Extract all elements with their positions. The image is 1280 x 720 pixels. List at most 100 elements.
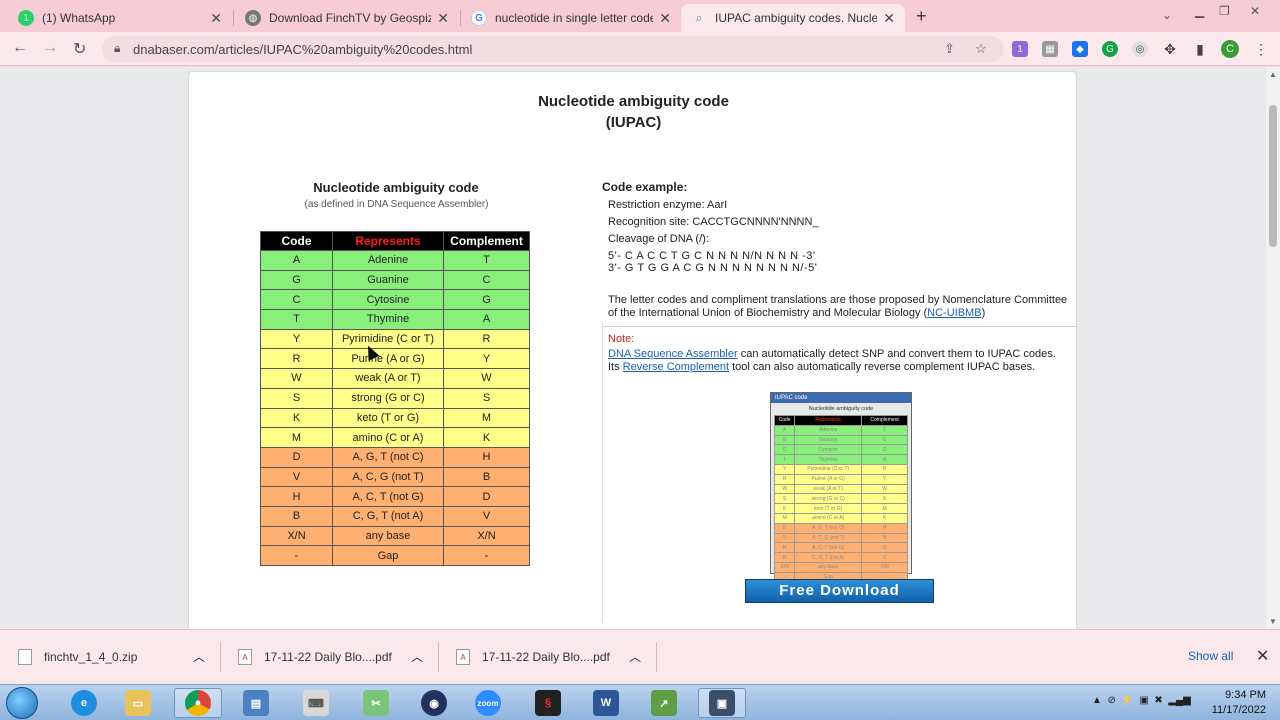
system-clock[interactable]: 9:34 PM 11/17/2022 <box>1196 688 1266 718</box>
divider <box>602 326 1077 327</box>
control-panel-icon[interactable]: ▤ <box>232 688 280 718</box>
note-text-1: can automatically detect SNP and convert… <box>737 348 1056 360</box>
forward-arrow-icon[interactable]: → <box>42 39 58 57</box>
share-icon[interactable]: ⇪ <box>944 41 955 57</box>
download-item-pdf-1[interactable]: A 17-11-22 Daily Blo....pdf <box>238 646 392 668</box>
profile-avatar[interactable]: C <box>1221 40 1239 58</box>
side-panel-icon[interactable]: ▮ <box>1192 41 1208 57</box>
table-row: Kketo (T or G) M <box>260 407 530 429</box>
mini-cell-code: D <box>773 522 796 534</box>
mini-cell-code: M <box>773 512 796 524</box>
zoom-icon[interactable]: zoom <box>464 688 512 718</box>
tab-strip: 1 (1) WhatsApp ✕ ◍ Download FinchTV by G… <box>0 0 1280 32</box>
system-tray[interactable]: ▲ ⊘ ⚡ ▣ ✖ ▂▄▆ <box>1092 695 1191 706</box>
table-cell-code: T <box>260 309 333 330</box>
extension-circle-icon[interactable]: ◎ <box>1132 41 1148 57</box>
chart-app-icon[interactable]: ↗ <box>640 688 688 718</box>
screenshot-title: Nucleotide ambiguity code <box>808 406 874 412</box>
table-cell-complement: B <box>443 466 530 488</box>
table-row: Sstrong (G or C) S <box>260 387 530 409</box>
tab-label: (1) WhatsApp <box>42 11 116 25</box>
letter-codes-paragraph: The letter codes and compliment translat… <box>608 294 1072 320</box>
download-item-zip[interactable]: finchtv_1_4_0.zip <box>18 646 137 668</box>
url-text[interactable]: dnabaser.com/articles/IUPAC%20ambiguity%… <box>133 42 472 57</box>
table-cell-represents: Thymine <box>332 309 444 330</box>
keyboard-icon[interactable]: ⌨ <box>292 688 340 718</box>
page-viewport: Nucleotide ambiguity code (IUPAC) Nucleo… <box>0 67 1266 629</box>
column-header-code: Code <box>260 231 333 251</box>
mini-row: H A, C, T (not G) D <box>773 542 908 554</box>
chevron-up-icon[interactable]: ︿ <box>193 648 205 665</box>
mini-header-cell: Represents <box>794 415 863 426</box>
tab-google-search[interactable]: G nucleotide in single letter code - ✕ <box>461 4 681 32</box>
tab-whatsapp[interactable]: 1 (1) WhatsApp ✕ <box>8 4 232 32</box>
free-download-button[interactable]: Free Download <box>745 579 934 603</box>
lock-icon[interactable]: 🔒︎ <box>114 41 120 56</box>
extensions-puzzle-icon[interactable]: ✥ <box>1162 41 1178 57</box>
close-icon[interactable]: ✕ <box>437 10 449 27</box>
extension-puzzle-gray-icon[interactable]: ▦ <box>1042 41 1058 57</box>
address-bar[interactable]: 🔒︎ dnabaser.com/articles/IUPAC%20ambigui… <box>102 36 1004 62</box>
app-screenshot-image[interactable]: IUPAC code Nucleotide ambiguity code Cod… <box>770 392 912 583</box>
file-icon <box>18 649 32 665</box>
content-panel: Nucleotide ambiguity code (IUPAC) Nucleo… <box>188 71 1077 629</box>
scroll-down-icon[interactable]: ▼ <box>1269 617 1277 626</box>
chevron-up-icon[interactable]: ︿ <box>629 648 641 665</box>
new-tab-button[interactable]: + <box>916 6 927 27</box>
tab-finchtv[interactable]: ◍ Download FinchTV by Geospiza ✕ <box>235 4 459 32</box>
restore-icon[interactable]: ❐ <box>1219 4 1230 18</box>
tab-search-chevron-icon[interactable]: ⌄ <box>1162 8 1172 22</box>
tab-iupac-active[interactable]: ⌕ IUPAC ambiguity codes. Nucleot ✕ <box>681 4 905 32</box>
page-scrollbar[interactable]: ▲ ▼ <box>1266 67 1280 629</box>
minimize-icon[interactable]: ▁ <box>1195 4 1204 18</box>
close-downloads-icon[interactable]: ✕ <box>1256 646 1269 666</box>
file-explorer-icon[interactable]: ▭ <box>114 688 162 718</box>
table-row: A Adenine T <box>260 250 530 271</box>
media-app-icon[interactable]: ◉ <box>410 688 458 718</box>
close-icon[interactable]: ✕ <box>883 10 895 27</box>
mini-row: Mamino (C or A) K <box>773 512 908 524</box>
back-arrow-icon[interactable]: ← <box>12 39 28 57</box>
table-row: Mamino (C or A) K <box>260 427 530 448</box>
google-icon: G <box>471 10 487 26</box>
word-icon[interactable]: W <box>582 688 630 718</box>
mini-cell-represents: Guanine <box>794 434 863 446</box>
reverse-complement-link[interactable]: Reverse Complement <box>623 361 729 373</box>
letter-codes-text: The letter codes and compliment translat… <box>608 294 1068 319</box>
restriction-enzyme-text: Restriction enzyme: AarI <box>608 199 728 211</box>
reload-icon[interactable]: ↻ <box>73 39 86 59</box>
mini-cell-code: G <box>773 434 796 446</box>
screenshot-window-title: IUPAC code <box>771 393 911 403</box>
close-window-icon[interactable]: ✕ <box>1250 4 1260 18</box>
nc-uibmb-link[interactable]: NC-UIBMB <box>927 307 981 319</box>
menu-kebab-icon[interactable]: ⋮ <box>1253 41 1269 57</box>
scrollbar-thumb[interactable] <box>1269 105 1277 247</box>
table-cell-complement: V <box>443 505 530 527</box>
dna-app-icon[interactable]: § <box>524 688 572 718</box>
snipping-tool-icon[interactable]: ✂ <box>352 688 400 718</box>
download-item-pdf-2[interactable]: A 17-11-22 Daily Blo....pdf <box>456 646 610 668</box>
internet-explorer-icon[interactable]: e <box>60 688 108 718</box>
mini-row: V A, C, G (not T) B <box>773 532 908 544</box>
download-filename: 17-11-22 Daily Blo....pdf <box>482 650 610 664</box>
mini-cell-complement: K <box>861 512 908 524</box>
chevron-up-icon[interactable]: ︿ <box>411 648 423 665</box>
finchtv-icon[interactable]: ▣ <box>698 688 746 718</box>
mini-cell-complement: A <box>861 454 908 465</box>
bookmark-star-icon[interactable]: ☆ <box>975 41 987 57</box>
dna-sequence-assembler-link[interactable]: DNA Sequence Assembler <box>608 348 738 360</box>
extension-badge-icon[interactable]: 1 <box>1012 41 1028 57</box>
scroll-up-icon[interactable]: ▲ <box>1269 70 1277 79</box>
mini-cell-complement: V <box>861 552 908 563</box>
close-icon[interactable]: ✕ <box>659 10 671 27</box>
chrome-icon[interactable]: ● <box>174 688 222 718</box>
grammarly-icon[interactable]: G <box>1102 41 1118 57</box>
table-cell-represents: any base <box>332 525 444 547</box>
mini-row: Sstrong (G or C) S <box>773 493 908 505</box>
table-cell-code: W <box>260 368 333 389</box>
extension-cube-icon[interactable]: ◆ <box>1072 41 1088 57</box>
close-icon[interactable]: ✕ <box>210 10 222 27</box>
windows-start-icon[interactable] <box>6 687 38 719</box>
show-all-downloads-button[interactable]: Show all <box>1188 649 1233 663</box>
table-cell-code: D <box>260 446 333 468</box>
